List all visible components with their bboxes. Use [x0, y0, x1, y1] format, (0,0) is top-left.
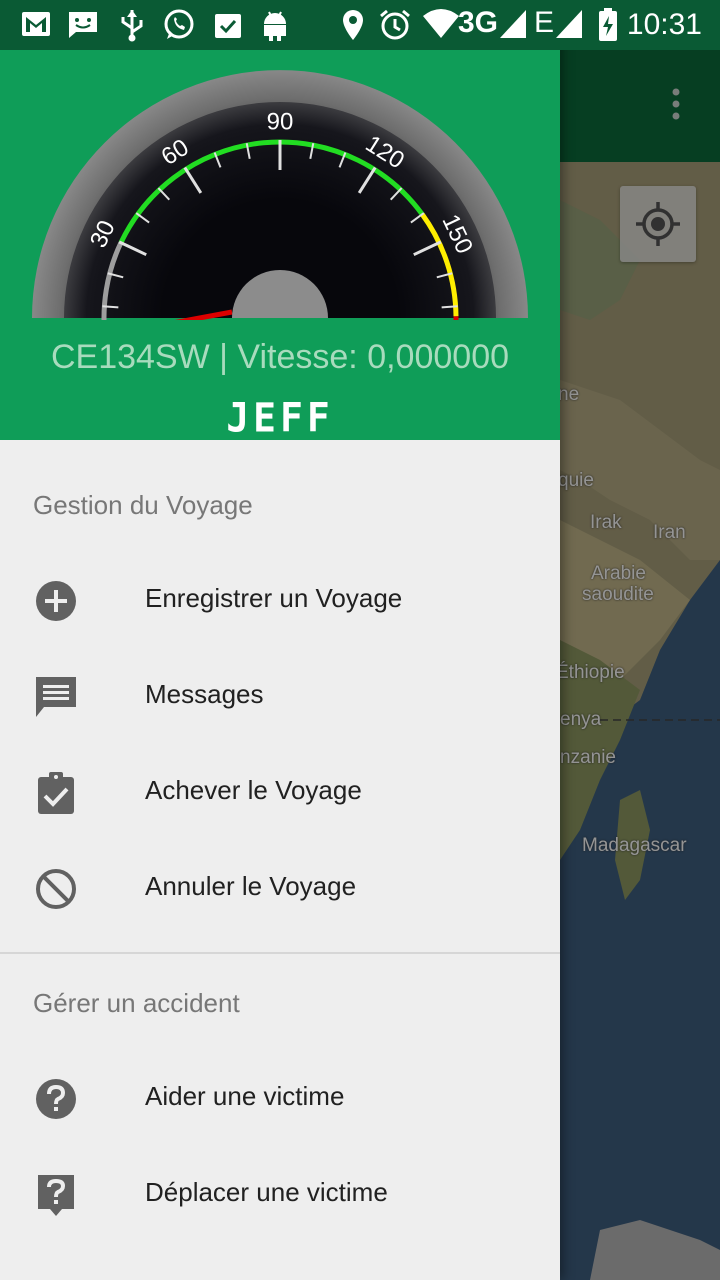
status-bar: 3G E 10:31: [0, 0, 720, 50]
block-icon: [36, 869, 76, 909]
menu-item-annuler-voyage[interactable]: Annuler le Voyage: [0, 841, 560, 937]
section-title-gerer-accident: Gérer un accident: [33, 988, 240, 1018]
menu-item-label: Annuler le Voyage: [145, 871, 357, 901]
menu-item-label: Messages: [145, 679, 264, 709]
menu-item-enregistrer-voyage[interactable]: Enregistrer un Voyage: [0, 553, 560, 649]
drawer-header: 0306090120150180 CE134SW | Vitesse: 0,00…: [0, 0, 560, 442]
menu-item-label: Déplacer une victime: [145, 1177, 388, 1207]
vehicle-speed-text: CE134SW | Vitesse: 0,000000: [50, 338, 510, 376]
message-icon: [36, 677, 76, 717]
help-circle-icon: [36, 1079, 76, 1119]
navigation-drawer: 0306090120150180 CE134SW | Vitesse: 0,00…: [0, 0, 560, 1280]
driver-name: JEFF: [226, 394, 334, 442]
menu-item-achever-voyage[interactable]: Achever le Voyage: [0, 745, 560, 841]
alarm-icon: [380, 9, 410, 40]
signal-icon: [500, 10, 526, 38]
menu-item-label: Enregistrer un Voyage: [145, 583, 403, 613]
usb-icon: [121, 10, 143, 42]
add-circle-icon: [36, 581, 76, 621]
clipboard-check-icon: [38, 772, 74, 814]
location-icon: [343, 10, 363, 40]
clipboard-check-icon: [215, 14, 241, 38]
status-time: 10:31: [626, 8, 702, 41]
sms-icon: [69, 12, 97, 38]
gauge-arc-max: [453, 316, 459, 320]
gauge-tick: [441, 305, 458, 309]
menu-item-label: Aider une victime: [145, 1081, 345, 1111]
whatsapp-icon: [164, 9, 194, 39]
network-type-3g: 3G: [458, 6, 499, 39]
signal-icon-2: [556, 10, 582, 38]
speedometer-gauge: 0306090120150180: [32, 70, 528, 320]
menu-item-label: Achever le Voyage: [145, 775, 362, 805]
section-title-gestion-voyage: Gestion du Voyage: [33, 490, 253, 520]
menu-item-messages[interactable]: Messages: [0, 649, 560, 745]
battery-charging-icon: [599, 8, 617, 41]
menu-item-aider-victime[interactable]: Aider une victime: [0, 1051, 560, 1147]
gmail-icon: [22, 12, 50, 36]
wifi-icon: [423, 9, 459, 38]
gauge-tick-label: 90: [267, 109, 294, 136]
android-icon: [264, 11, 286, 41]
section-divider: [0, 952, 560, 954]
network-type-e: E: [534, 6, 555, 39]
gauge-tick: [102, 305, 119, 309]
help-bubble-icon: [38, 1175, 74, 1216]
menu-item-deplacer-victime[interactable]: Déplacer une victime: [0, 1147, 560, 1243]
